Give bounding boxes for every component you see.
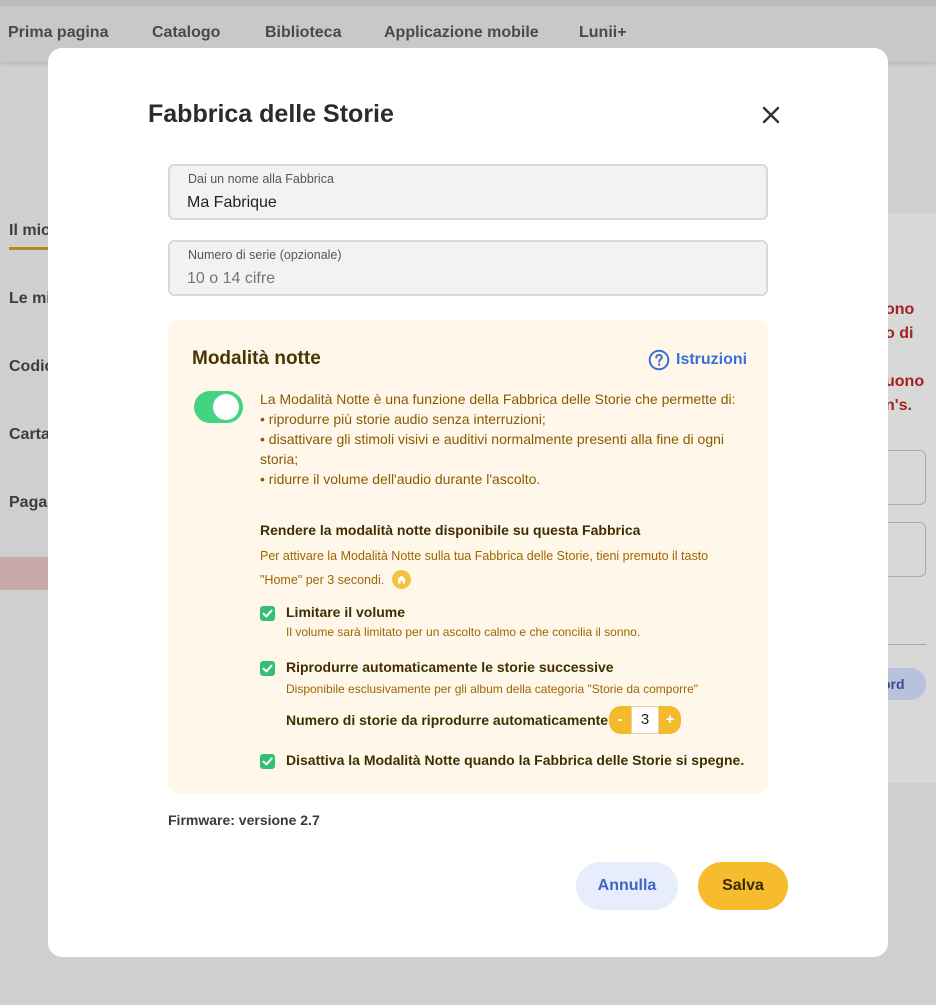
nav-lunii-plus[interactable]: Lunii+ [579, 24, 627, 42]
limit-volume-hint: Il volume sarà limitato per un ascolto c… [286, 625, 641, 639]
background-error-text: ono [885, 301, 915, 318]
description-line: • riprodurre più storie audio senza inte… [260, 411, 546, 427]
modal-title: Fabbrica delle Storie [148, 100, 394, 128]
night-mode-toggle[interactable] [194, 391, 243, 423]
increment-button[interactable]: + [659, 706, 681, 734]
night-mode-title: Modalità notte [192, 348, 321, 369]
cancel-button[interactable]: Annulla [576, 862, 678, 910]
serial-number-input[interactable] [187, 268, 747, 290]
close-icon[interactable] [758, 102, 784, 128]
nav-home[interactable]: Prima pagina [8, 24, 108, 42]
description-line: • disattivare gli stimoli visivi e audit… [260, 431, 724, 467]
factory-name-field[interactable]: Dai un nome alla Fabbrica [168, 164, 768, 220]
sidebar-item-codes[interactable]: Codic [9, 358, 53, 376]
background-divider [885, 644, 926, 645]
nav-catalog[interactable]: Catalogo [152, 24, 220, 42]
save-button[interactable]: Salva [698, 862, 788, 910]
enable-night-mode-text: Per attivare la Modalità Notte sulla tua… [260, 549, 709, 587]
nav-mobile-app[interactable]: Applicazione mobile [384, 24, 539, 42]
autoplay-checkbox[interactable] [260, 661, 275, 676]
sidebar-item-account[interactable]: Il mio [9, 222, 51, 240]
autoplay-count-value[interactable]: 3 [631, 706, 659, 734]
night-mode-panel: Modalità notte Istruzioni La Modalità No… [168, 320, 768, 794]
decrement-button[interactable]: - [609, 706, 631, 734]
disable-on-shutdown-label: Disattiva la Modalità Notte quando la Fa… [286, 752, 745, 768]
help-circle-icon [648, 349, 670, 371]
story-factory-modal: Fabbrica delle Storie Dai un nome alla F… [48, 48, 888, 957]
serial-number-label: Numero di serie (opzionale) [188, 248, 342, 262]
background-error-text: o di [885, 325, 914, 342]
background-input [885, 522, 926, 577]
enable-night-mode-title: Rendere la modalità notte disponibile su… [260, 522, 641, 538]
factory-name-label: Dai un nome alla Fabbrica [188, 172, 334, 186]
description-line: La Modalità Notte è una funzione della F… [260, 391, 736, 407]
autoplay-hint: Disponibile esclusivamente per gli album… [286, 682, 699, 696]
enable-night-mode-description: Per attivare la Modalità Notte sulla tua… [260, 544, 730, 592]
instructions-label: Istruzioni [676, 351, 748, 368]
instructions-link[interactable]: Istruzioni [648, 348, 747, 372]
toggle-knob [213, 394, 239, 420]
night-mode-description: La Modalità Notte è una funzione della F… [260, 389, 750, 489]
description-line: • ridurre il volume dell'audio durante l… [260, 471, 541, 487]
limit-volume-label: Limitare il volume [286, 604, 406, 620]
factory-name-input[interactable] [187, 192, 747, 214]
serial-number-field[interactable]: Numero di serie (opzionale) [168, 240, 768, 296]
autoplay-count-label: Numero di storie da riprodurre automatic… [286, 712, 609, 728]
background-error-text: n's. [885, 397, 912, 414]
sidebar-item-mine[interactable]: Le mi [9, 290, 51, 308]
sidebar-item-card[interactable]: Carta [9, 426, 50, 444]
background-error-text: uono [885, 373, 925, 390]
firmware-version: Firmware: versione 2.7 [168, 812, 320, 828]
autoplay-count-stepper: - 3 + [609, 706, 681, 734]
home-icon [391, 570, 411, 589]
nav-library[interactable]: Biblioteca [265, 24, 341, 42]
background-input [885, 450, 926, 505]
autoplay-label: Riprodurre automaticamente le storie suc… [286, 659, 614, 675]
sidebar-item-payment[interactable]: Paga [9, 494, 47, 512]
disable-on-shutdown-checkbox[interactable] [260, 754, 275, 769]
limit-volume-checkbox[interactable] [260, 606, 275, 621]
